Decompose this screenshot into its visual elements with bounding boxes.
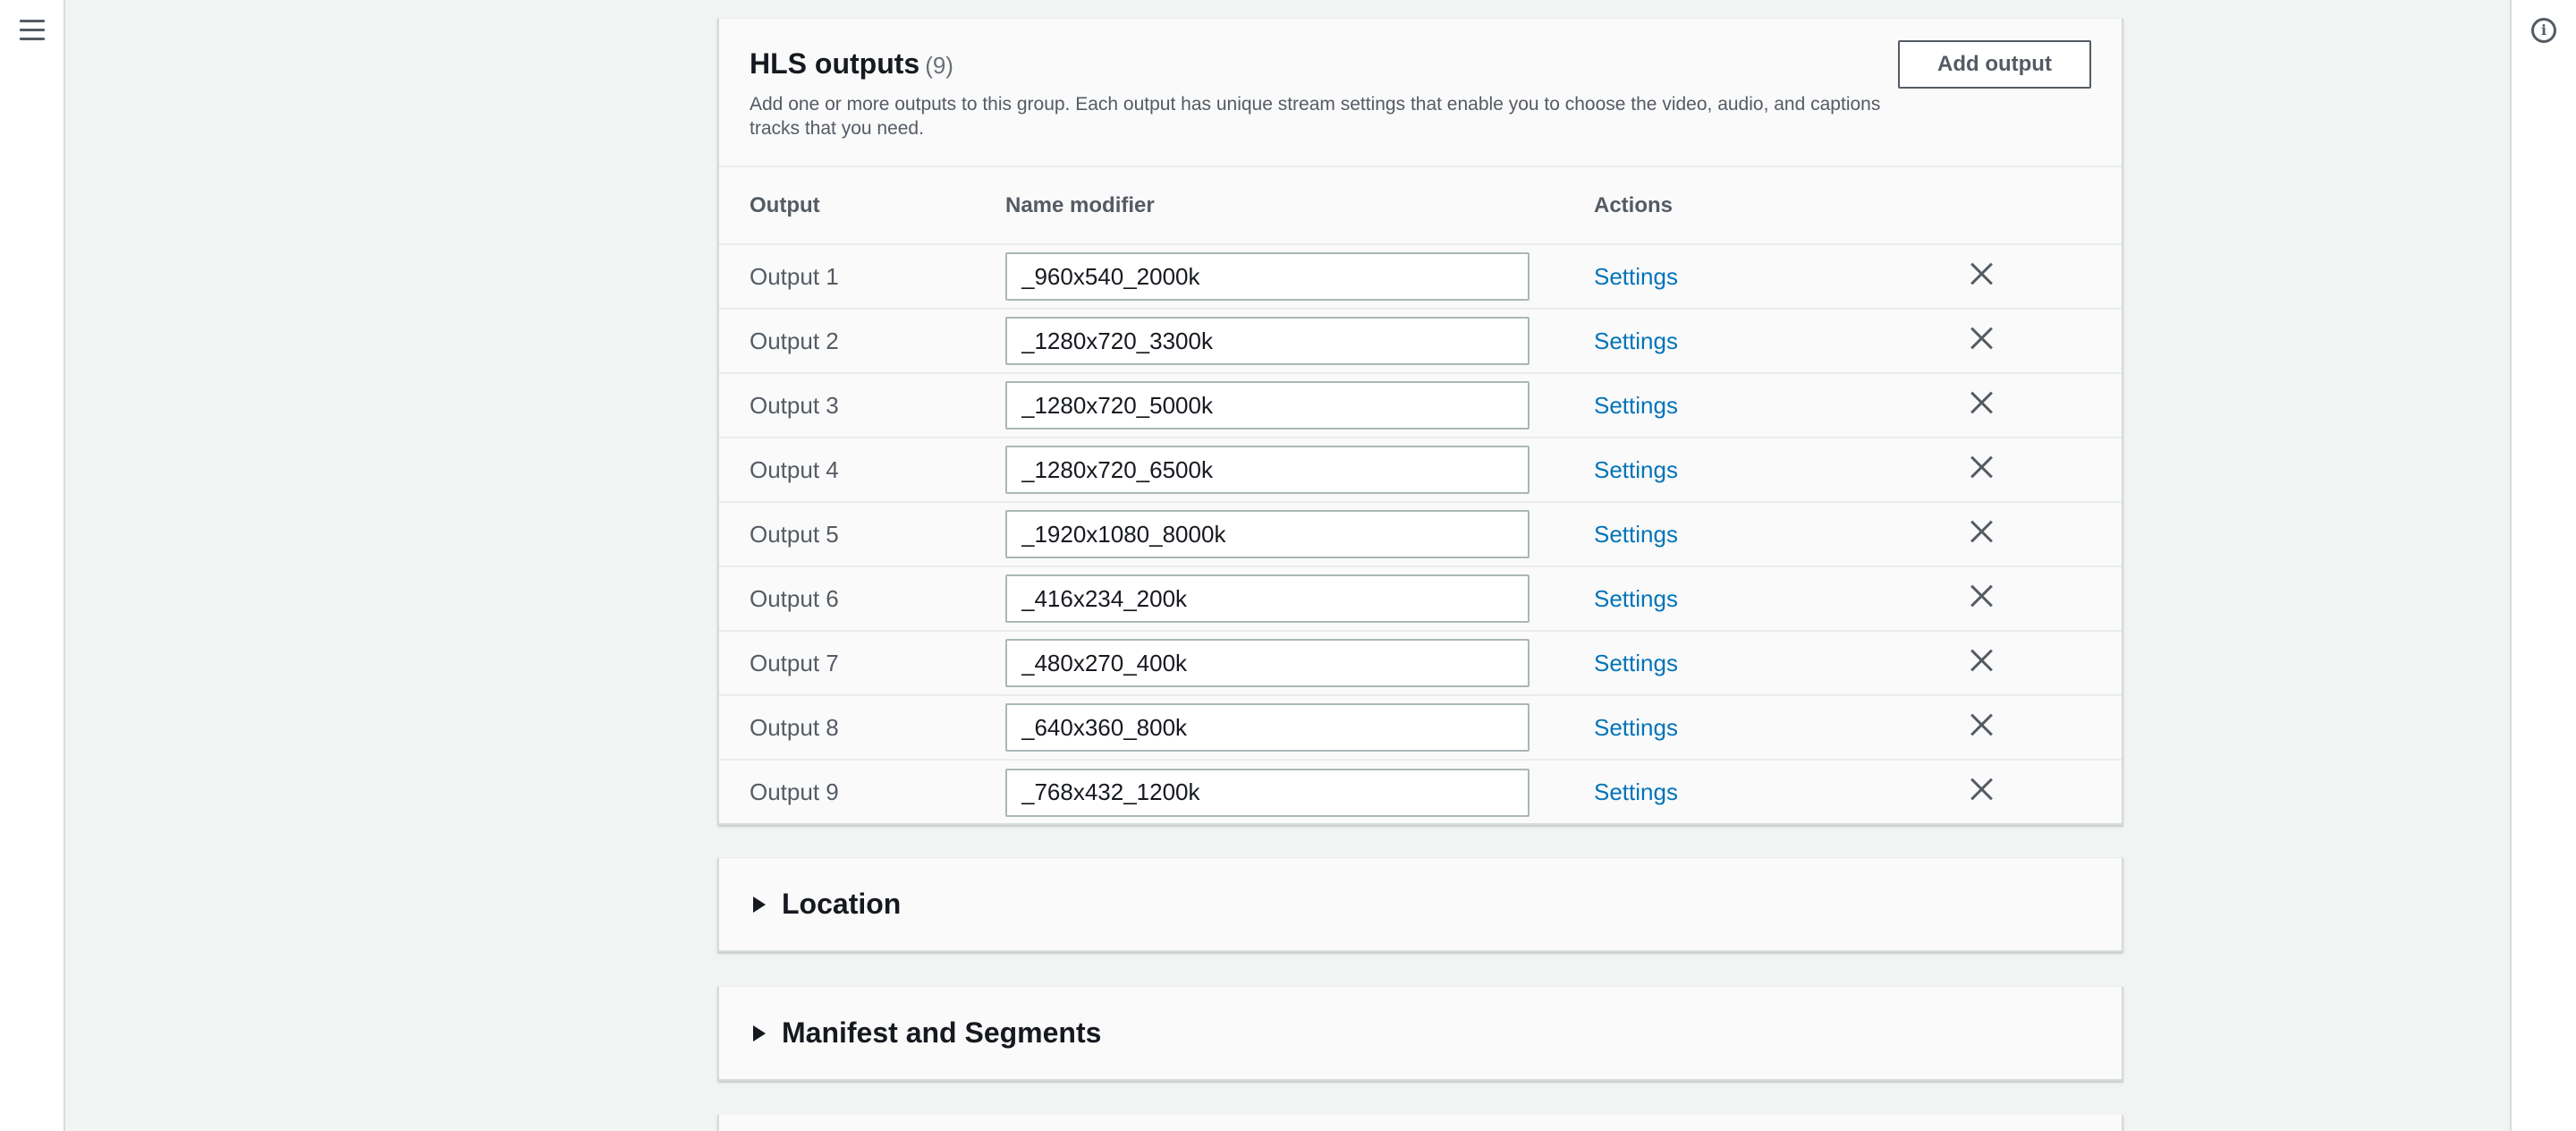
table-row: Output 1 Settings bbox=[719, 244, 2122, 310]
settings-link[interactable]: Settings bbox=[1594, 585, 1678, 612]
output-count: (9) bbox=[925, 52, 953, 79]
settings-link[interactable]: Settings bbox=[1594, 650, 1678, 676]
settings-link[interactable]: Settings bbox=[1594, 327, 1678, 354]
location-section-toggle[interactable]: Location bbox=[717, 857, 2123, 952]
name-modifier-input[interactable] bbox=[1005, 510, 1530, 558]
settings-link[interactable]: Settings bbox=[1594, 392, 1678, 419]
manifest-section-title: Manifest and Segments bbox=[782, 1016, 1102, 1049]
table-row: Output 8 Settings bbox=[719, 695, 2122, 761]
close-icon[interactable] bbox=[1970, 391, 1993, 414]
output-label: Output 8 bbox=[719, 695, 1005, 761]
close-icon[interactable] bbox=[1970, 262, 1993, 285]
panel-title-text: HLS outputs bbox=[750, 47, 920, 80]
table-row: Output 6 Settings bbox=[719, 566, 2122, 632]
location-section-title: Location bbox=[782, 888, 902, 920]
close-icon[interactable] bbox=[1970, 778, 1993, 801]
caret-right-icon bbox=[753, 896, 766, 913]
close-icon[interactable] bbox=[1970, 520, 1993, 543]
settings-link[interactable]: Settings bbox=[1594, 714, 1678, 741]
table-row: Output 2 Settings bbox=[719, 309, 2122, 374]
table-row: Output 7 Settings bbox=[719, 631, 2122, 696]
output-label: Output 2 bbox=[719, 309, 1005, 374]
name-modifier-input[interactable] bbox=[1005, 317, 1530, 365]
output-label: Output 3 bbox=[719, 373, 1005, 438]
hls-outputs-panel: HLS outputs (9) Add one or more outputs t… bbox=[717, 18, 2123, 825]
panel-description: Add one or more outputs to this group. E… bbox=[750, 94, 1881, 139]
name-modifier-input[interactable] bbox=[1005, 768, 1530, 817]
close-icon[interactable] bbox=[1970, 584, 1993, 608]
manifest-section-toggle[interactable]: Manifest and Segments bbox=[717, 986, 2123, 1081]
settings-link[interactable]: Settings bbox=[1594, 456, 1678, 483]
info-icon[interactable]: i bbox=[2531, 18, 2556, 43]
hls-outputs-header: HLS outputs (9) Add one or more outputs t… bbox=[719, 19, 2122, 167]
output-label: Output 9 bbox=[750, 778, 839, 805]
settings-link[interactable]: Settings bbox=[1594, 521, 1678, 548]
close-icon[interactable] bbox=[1970, 455, 1993, 479]
name-modifier-input[interactable] bbox=[1005, 574, 1530, 623]
output-label: Output 1 bbox=[719, 244, 1005, 310]
tools-rail: i bbox=[2510, 0, 2576, 1131]
close-icon[interactable] bbox=[1970, 649, 1993, 672]
name-modifier-input[interactable] bbox=[1005, 252, 1530, 301]
table-row: Output 4 Settings bbox=[719, 438, 2122, 503]
outputs-table: Output Name modifier Actions Output 1 Se… bbox=[719, 167, 2122, 824]
output-label: Output 4 bbox=[719, 438, 1005, 503]
caret-right-icon bbox=[753, 1025, 766, 1042]
name-modifier-input[interactable] bbox=[1005, 381, 1530, 429]
add-output-button[interactable]: Add output bbox=[1898, 40, 2091, 89]
close-icon[interactable] bbox=[1970, 327, 1993, 350]
outputs-table-body: Output 1 Settings Output 2 Settings Outp… bbox=[719, 244, 2122, 824]
table-row: Output 5 Settings bbox=[719, 502, 2122, 567]
navigation-rail bbox=[0, 0, 65, 1131]
column-header-actions: Actions bbox=[1594, 167, 1970, 245]
close-icon[interactable] bbox=[1970, 713, 1993, 736]
next-section-panel bbox=[717, 1115, 2123, 1131]
name-modifier-input[interactable] bbox=[1005, 639, 1530, 687]
settings-link[interactable]: Settings bbox=[1594, 263, 1678, 290]
name-modifier-input[interactable] bbox=[1005, 446, 1530, 494]
output-label: Output 5 bbox=[719, 502, 1005, 567]
table-row: Output 3 Settings bbox=[719, 373, 2122, 438]
column-header-output: Output bbox=[719, 167, 1005, 245]
panel-title: HLS outputs (9) bbox=[750, 46, 2091, 83]
table-header-row: Output Name modifier Actions bbox=[719, 167, 2122, 245]
column-header-remove bbox=[1970, 167, 2122, 245]
name-modifier-input[interactable] bbox=[1005, 703, 1530, 752]
menu-icon[interactable] bbox=[20, 20, 45, 41]
table-row: Output 9 Settings bbox=[719, 760, 2122, 824]
settings-link[interactable]: Settings bbox=[1594, 778, 1678, 805]
column-header-name-modifier: Name modifier bbox=[1005, 167, 1594, 245]
output-label: Output 6 bbox=[719, 566, 1005, 632]
output-label: Output 7 bbox=[719, 631, 1005, 696]
